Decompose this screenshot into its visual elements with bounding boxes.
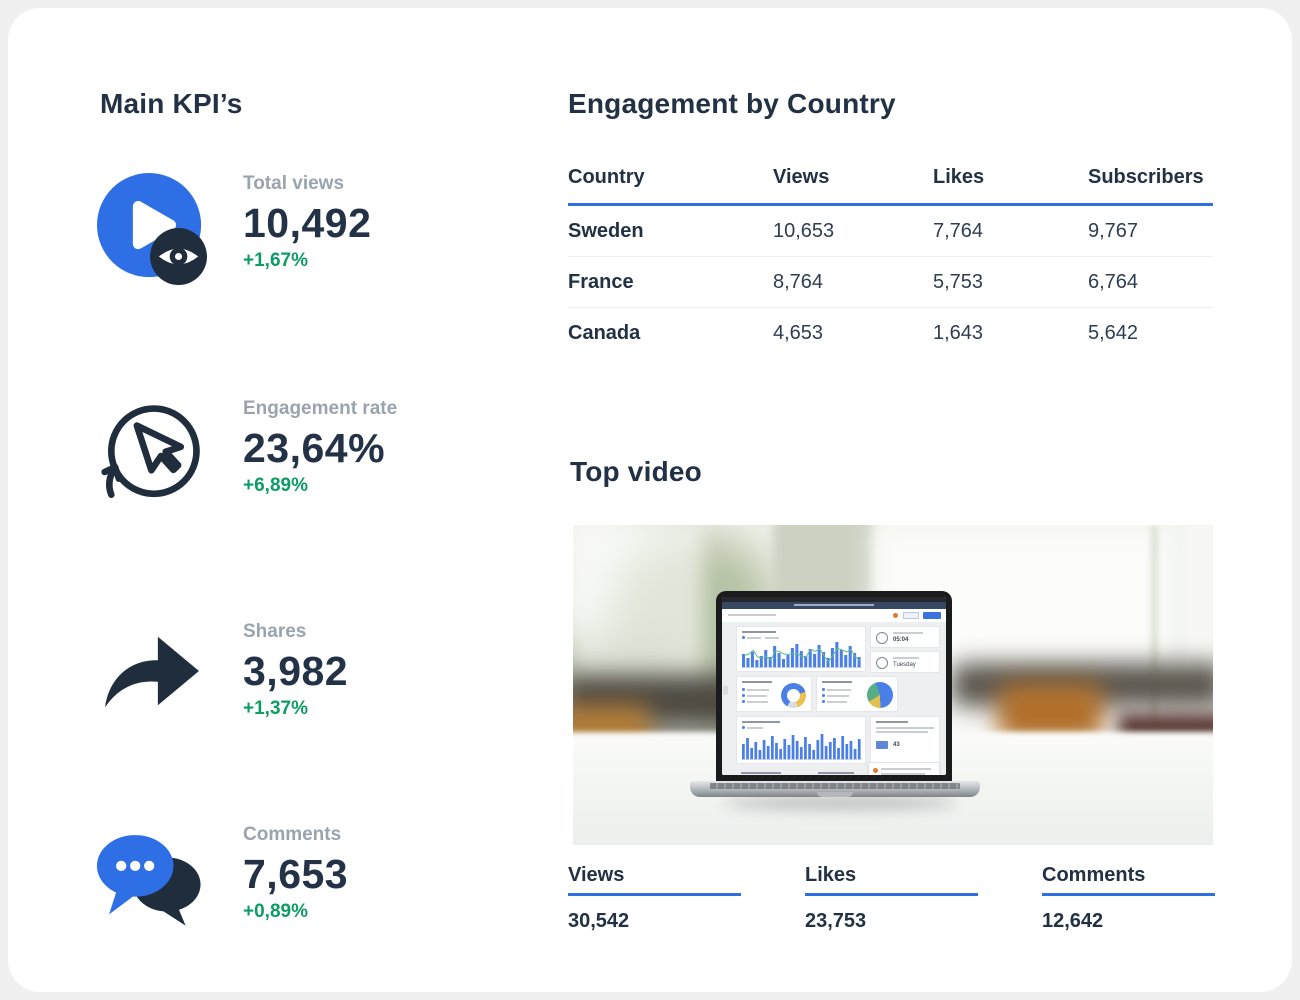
analytics-body: 05:04 Tuesday <box>722 622 946 775</box>
cell-country: Sweden <box>568 220 773 243</box>
play-eye-icon <box>96 173 208 287</box>
kpi-label: Engagement rate <box>243 398 397 420</box>
screen-card-pie <box>816 676 898 712</box>
kpi-value: 3,982 <box>243 647 348 695</box>
stat-value: 30,542 <box>568 910 741 933</box>
stat-label: Likes <box>805 864 978 896</box>
laptop-base <box>690 781 980 797</box>
table-row: Canada 4,653 1,643 5,642 <box>568 308 1213 358</box>
table-row: Sweden 10,653 7,764 9,767 <box>568 206 1213 257</box>
kpi-value: 7,653 <box>243 850 348 898</box>
kpi-shares: Shares 3,982 +1,37% <box>96 621 348 720</box>
toolbar-button <box>903 612 919 619</box>
kpi-comments: Comments 7,653 +0,89% <box>96 824 348 930</box>
screen-card-stat: 43 <box>870 716 940 764</box>
cell-subscribers: 5,642 <box>1088 322 1213 345</box>
screen-card-gauge-time: 05:04 <box>870 626 940 648</box>
stat-comments: Comments 12,642 <box>1042 864 1215 933</box>
kpi-text-block: Engagement rate 23,64% +6,89% <box>243 398 397 497</box>
laptop-keyboard <box>710 783 960 789</box>
laptop-screen: 05:04 Tuesday <box>716 591 952 783</box>
stat-value: 23,753 <box>805 910 978 933</box>
pie-chart <box>867 682 893 708</box>
cursor-circle-icon <box>96 400 208 508</box>
cell-country: France <box>568 271 773 294</box>
kpi-change: +1,67% <box>243 250 371 272</box>
column-header-country: Country <box>568 166 773 189</box>
share-arrow-icon <box>96 627 208 717</box>
stat-likes: Likes 23,753 <box>805 864 978 933</box>
laptop-notch <box>817 792 853 797</box>
kpi-label: Comments <box>243 824 348 846</box>
stat-label: Comments <box>1042 864 1215 896</box>
cell-subscribers: 9,767 <box>1088 220 1213 243</box>
dashboard-card: Main KPI’s Total views 10,492 +1,67% <box>8 8 1292 992</box>
kpi-text-block: Comments 7,653 +0,89% <box>243 824 348 923</box>
engagement-table-title: Engagement by Country <box>568 88 896 120</box>
top-video-stats: Views 30,542 Likes 23,753 Comments 12,64… <box>568 864 1215 933</box>
kpi-text-block: Total views 10,492 +1,67% <box>243 173 371 272</box>
screen-card-bars-2 <box>736 716 866 764</box>
analytics-toolbar <box>722 609 946 623</box>
column-header-subscribers: Subscribers <box>1088 166 1213 189</box>
cell-likes: 5,753 <box>933 271 1088 294</box>
stat-views: Views 30,542 <box>568 864 741 933</box>
cell-views: 4,653 <box>773 322 933 345</box>
kpi-engagement-rate: Engagement rate 23,64% +6,89% <box>96 398 397 508</box>
stat-value: 12,642 <box>1042 910 1215 933</box>
top-video-photo: 05:04 Tuesday <box>573 525 1213 845</box>
kpi-section-title: Main KPI’s <box>100 88 243 120</box>
dashboard-root: Main KPI’s Total views 10,492 +1,67% <box>0 0 1300 1000</box>
kpi-change: +1,37% <box>243 698 348 720</box>
screen-card-bars <box>736 626 866 672</box>
cell-likes: 1,643 <box>933 322 1088 345</box>
stat-label: Views <box>568 864 741 896</box>
kpi-total-views: Total views 10,492 +1,67% <box>96 173 371 287</box>
comments-icon <box>96 826 208 930</box>
screen-card-donut <box>736 676 812 712</box>
kpi-change: +0,89% <box>243 901 348 923</box>
browser-titlebar <box>722 602 946 609</box>
kpi-value: 10,492 <box>243 199 371 247</box>
cell-views: 10,653 <box>773 220 933 243</box>
kpi-label: Total views <box>243 173 371 195</box>
screen-card-gauge-day: Tuesday <box>870 651 940 673</box>
laptop-display-analytics: 05:04 Tuesday <box>722 597 946 775</box>
kpi-label: Shares <box>243 621 348 643</box>
table-header-row: Country Views Likes Subscribers <box>568 166 1213 206</box>
cell-country: Canada <box>568 322 773 345</box>
kpi-change: +6,89% <box>243 475 397 497</box>
toolbar-button-primary <box>923 612 941 619</box>
column-header-likes: Likes <box>933 166 1088 189</box>
column-header-views: Views <box>773 166 933 189</box>
top-video-title: Top video <box>570 456 702 488</box>
kpi-text-block: Shares 3,982 +1,37% <box>243 621 348 720</box>
chat-widget <box>868 762 940 775</box>
engagement-table: Country Views Likes Subscribers Sweden 1… <box>568 166 1213 358</box>
cell-likes: 7,764 <box>933 220 1088 243</box>
cell-views: 8,764 <box>773 271 933 294</box>
table-row: France 8,764 5,753 6,764 <box>568 257 1213 308</box>
kpi-value: 23,64% <box>243 424 397 472</box>
donut-chart <box>781 683 806 708</box>
laptop-shadow <box>723 797 958 809</box>
bell-icon <box>893 613 898 618</box>
cell-subscribers: 6,764 <box>1088 271 1213 294</box>
